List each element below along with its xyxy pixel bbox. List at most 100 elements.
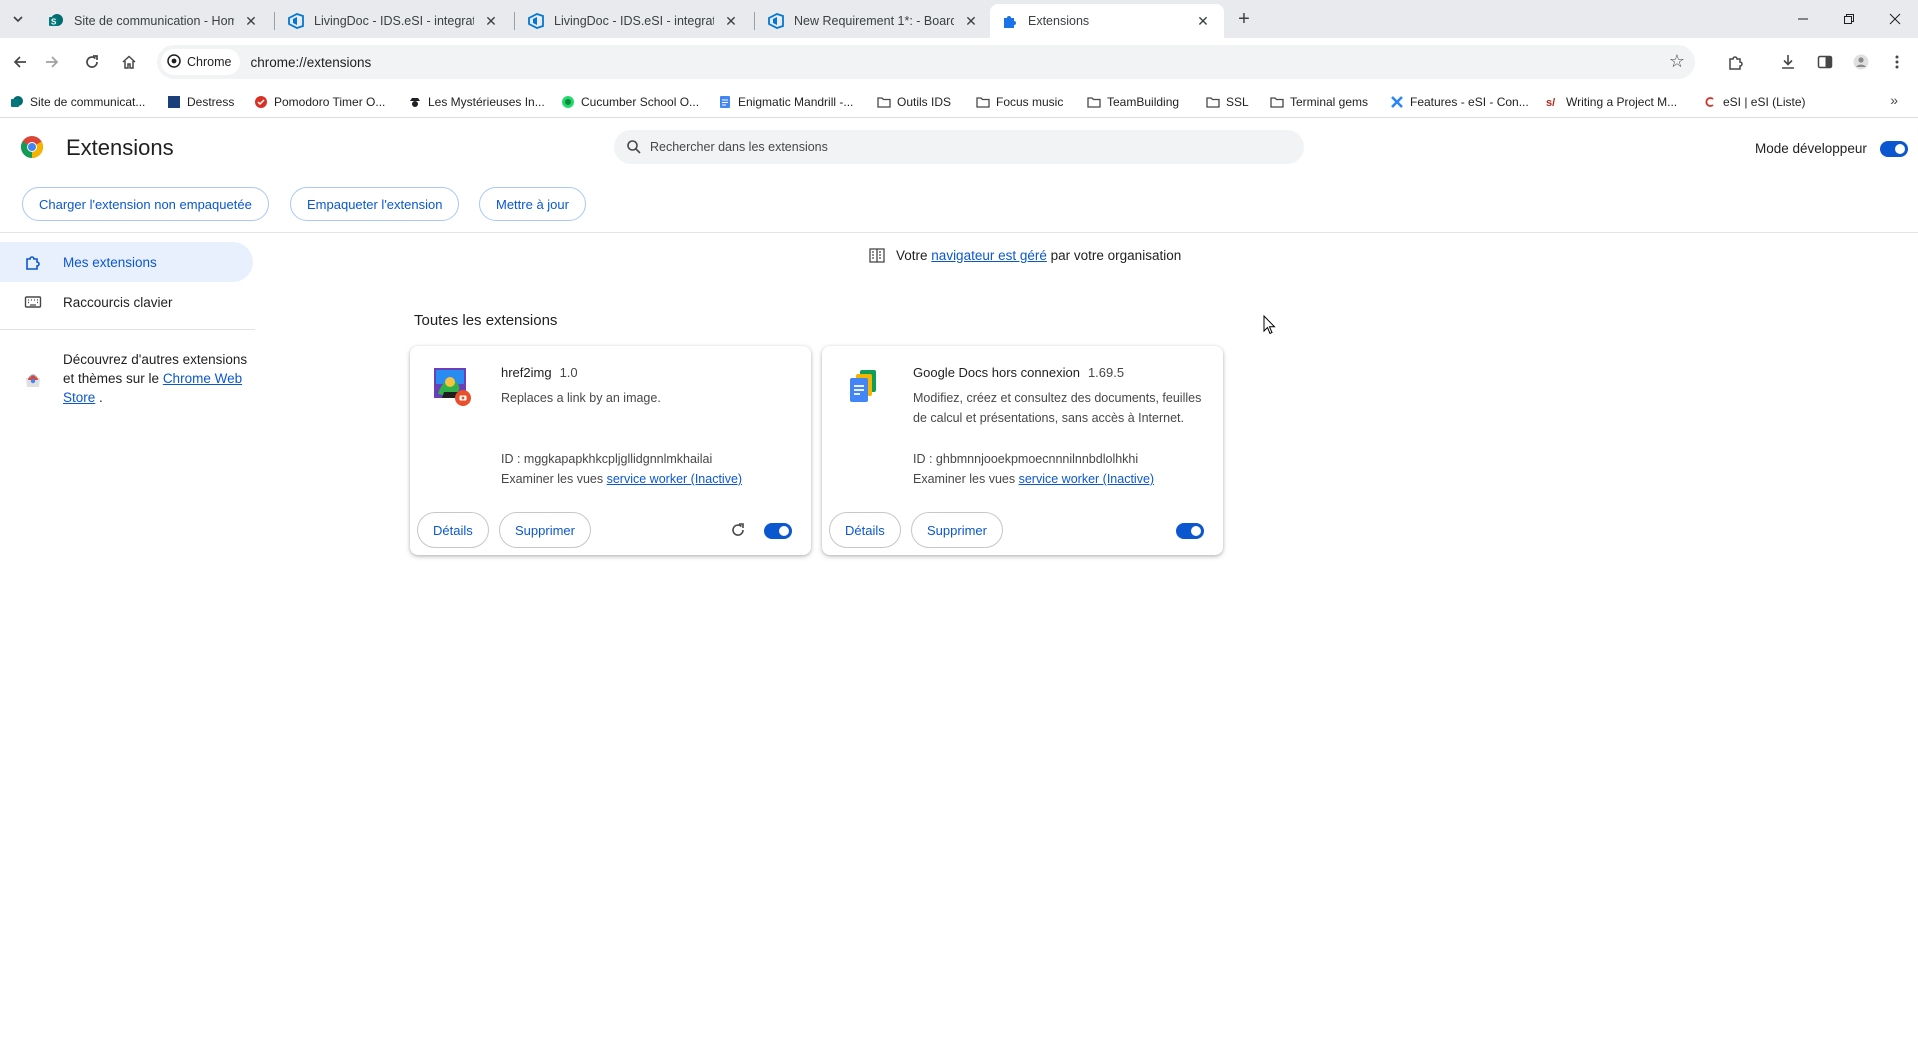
bookmark-label: Site de communicat... [30, 95, 146, 109]
bookmark-item[interactable]: Terminal gems [1270, 92, 1368, 112]
menu-kebab-icon[interactable] [1885, 50, 1909, 74]
bookmark-label: Pomodoro Timer O... [274, 95, 386, 109]
extension-name-row: href2img 1.0 [501, 365, 578, 380]
close-icon[interactable]: ✕ [962, 12, 980, 30]
sidebar-item-my-extensions[interactable]: Mes extensions [0, 242, 253, 282]
tab-search-icon[interactable] [6, 7, 30, 31]
bookmark-item[interactable]: Pomodoro Timer O... [254, 92, 385, 112]
back-button[interactable] [8, 50, 32, 74]
bookmark-item[interactable]: Cucumber School O... [561, 92, 699, 112]
bookmark-item[interactable]: Destress [167, 92, 234, 112]
discover-more-text: Découvrez d'autres extensions et thèmes … [63, 350, 253, 407]
forward-button[interactable] [40, 50, 64, 74]
extension-id: ID : ghbmnnjooekpmoecnnnilnnbdlolhkhi [913, 452, 1139, 466]
tab-2[interactable]: LivingDoc - IDS.eSI - integration ✕ [276, 4, 512, 38]
address-bar[interactable]: Chrome chrome://extensions ☆ [157, 45, 1695, 79]
reload-extension-icon[interactable] [730, 522, 746, 538]
home-button[interactable] [117, 50, 141, 74]
bookmark-item[interactable]: Site de communicat... [10, 92, 145, 112]
detective-icon [408, 95, 422, 109]
tab-title: LivingDoc - IDS.eSI - integration [314, 14, 474, 28]
close-icon[interactable]: ✕ [1194, 12, 1212, 30]
tab-4[interactable]: New Requirement 1*: - Boards ✕ [756, 4, 992, 38]
details-button[interactable]: Détails [417, 512, 489, 548]
extension-name-row: Google Docs hors connexion 1.69.5 [913, 365, 1124, 380]
folder-icon [1206, 95, 1220, 109]
bookmark-label: TeamBuilding [1107, 95, 1180, 109]
site-info-chip[interactable]: Chrome [161, 49, 241, 75]
bookmarks-bar: Site de communicat... Destress Pomodoro … [0, 86, 1918, 118]
minimize-button[interactable] [1780, 0, 1826, 38]
bookmark-item[interactable]: TeamBuilding [1087, 92, 1179, 112]
pack-extension-button[interactable]: Empaqueter l'extension [290, 187, 460, 221]
service-worker-link[interactable]: service worker (Inactive) [607, 472, 742, 486]
extension-version: 1.69.5 [1087, 365, 1125, 380]
close-icon[interactable]: ✕ [482, 12, 500, 30]
folder-icon [976, 95, 990, 109]
close-icon[interactable]: ✕ [242, 12, 260, 30]
tab-strip: S Site de communication - Home ✕ LivingD… [0, 0, 1918, 38]
tab-separator [514, 12, 515, 30]
managed-browser-link[interactable]: navigateur est géré [931, 248, 1047, 263]
download-icon[interactable] [1776, 50, 1800, 74]
keyboard-icon [24, 293, 42, 311]
bookmark-item[interactable]: Outils IDS [877, 92, 951, 112]
salesforce-icon: s/ [1546, 95, 1560, 109]
tab-1[interactable]: S Site de communication - Home ✕ [36, 4, 272, 38]
extensions-puzzle-icon[interactable] [1724, 50, 1748, 74]
bookmark-item[interactable]: Focus music [976, 92, 1063, 112]
bookmark-star-icon[interactable]: ☆ [1669, 51, 1685, 72]
close-window-button[interactable] [1872, 0, 1918, 38]
remove-button[interactable]: Supprimer [911, 512, 1003, 548]
close-icon[interactable]: ✕ [722, 12, 740, 30]
bookmark-label: Terminal gems [1290, 95, 1369, 109]
remove-button[interactable]: Supprimer [499, 512, 591, 548]
bookmark-item[interactable]: Les Mystérieuses In... [408, 92, 545, 112]
page-title: Extensions [66, 135, 174, 160]
reload-button[interactable] [80, 50, 104, 74]
extension-icon [24, 253, 42, 271]
svg-text:S: S [51, 18, 57, 27]
extension-version: 1.0 [559, 365, 578, 380]
bookmark-item[interactable]: Enigmatic Mandrill -... [718, 92, 853, 112]
bookmark-item[interactable]: Features - eSI - Con... [1390, 92, 1529, 112]
details-button[interactable]: Détails [829, 512, 901, 548]
bookmark-item[interactable]: SSL [1206, 92, 1249, 112]
enable-extension-toggle[interactable] [1176, 523, 1204, 539]
tab-separator [754, 12, 755, 30]
load-unpacked-button[interactable]: Charger l'extension non empaquetée [22, 187, 269, 221]
mouse-cursor-icon [1263, 315, 1276, 335]
profile-avatar-icon[interactable] [1849, 50, 1873, 74]
restore-button[interactable] [1826, 0, 1872, 38]
search-input[interactable] [650, 140, 1250, 154]
cucumber-icon [561, 95, 575, 109]
bookmark-item[interactable]: s/ Writing a Project M... [1546, 92, 1677, 112]
sidebar-item-label: Mes extensions [63, 254, 157, 270]
bookmark-item[interactable]: eSI | eSI (Liste) [1703, 92, 1805, 112]
jira-icon [1390, 95, 1404, 109]
bookmark-label: Les Mystérieuses In... [428, 95, 545, 109]
tab-extensions[interactable]: Extensions ✕ [990, 4, 1224, 38]
tab-3[interactable]: LivingDoc - IDS.eSI - integration ✕ [516, 4, 752, 38]
new-tab-button[interactable]: + [1232, 7, 1256, 31]
update-button[interactable]: Mettre à jour [479, 187, 586, 221]
extensions-search[interactable] [614, 130, 1304, 164]
side-panel-icon[interactable] [1813, 50, 1837, 74]
extension-description: Replaces a link by an image. [501, 391, 661, 405]
dev-mode-toggle[interactable] [1880, 141, 1908, 157]
managed-browser-notice: Votre navigateur est géré par votre orga… [868, 246, 1181, 264]
inspect-views: Examiner les vues service worker (Inacti… [501, 472, 742, 486]
extension-name: href2img [501, 365, 552, 380]
service-worker-link[interactable]: service worker (Inactive) [1019, 472, 1154, 486]
extension-id: ID : mggkapapkhkcpljgllidgnnlmkhailai [501, 452, 713, 466]
tab-title: LivingDoc - IDS.eSI - integration [554, 14, 714, 28]
discover-suffix: . [99, 390, 103, 405]
enable-extension-toggle[interactable] [764, 523, 792, 539]
chevron-double-right-icon[interactable]: » [1890, 92, 1898, 108]
chrome-logo-icon [21, 136, 43, 158]
url-text[interactable]: chrome://extensions [250, 55, 371, 70]
managed-suffix: par votre organisation [1050, 247, 1182, 263]
inspect-views-prefix: Examiner les vues [913, 472, 1016, 486]
chip-label: Chrome [187, 55, 232, 69]
puzzle-icon [1002, 13, 1018, 29]
